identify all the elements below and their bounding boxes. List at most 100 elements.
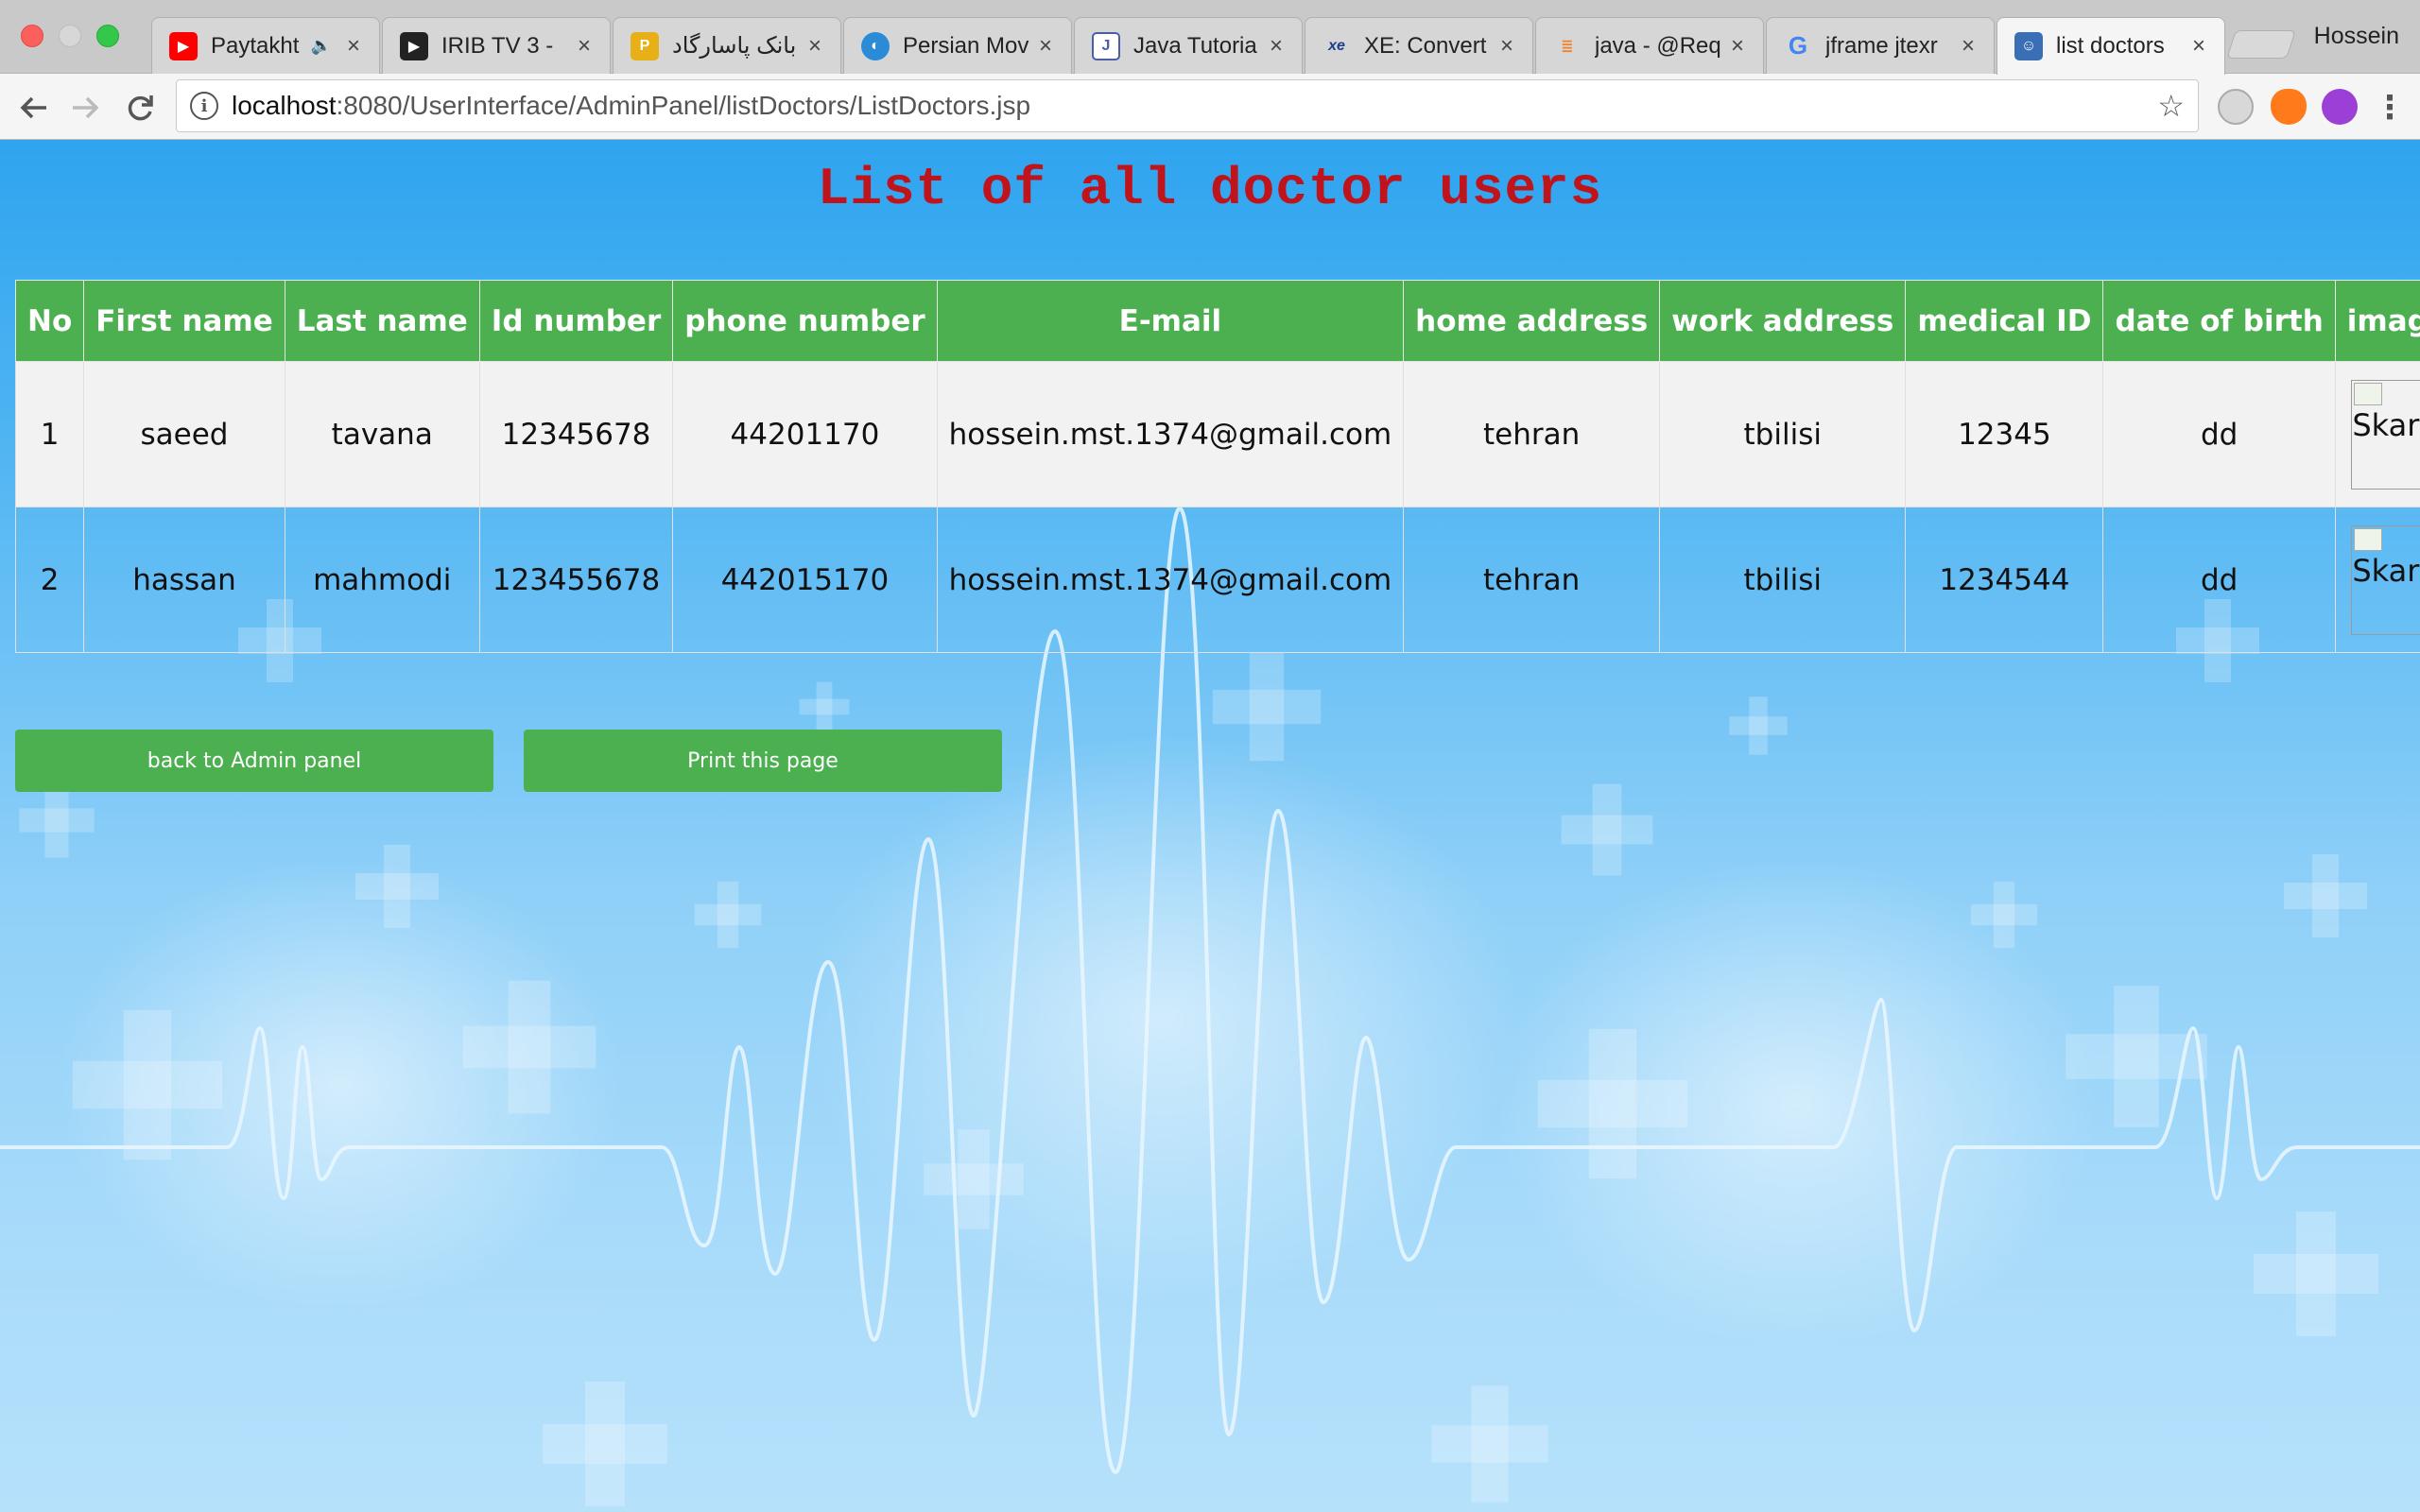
tab-title: IRIB TV 3 -	[441, 32, 554, 59]
tab-stackoverflow[interactable]: ≣ java - @Req ×	[1535, 17, 1764, 74]
browser-toolbar: i localhost:8080/UserInterface/AdminPane…	[0, 74, 2420, 140]
cell-phone-number: 442015170	[672, 507, 938, 653]
cell-home-address: tehran	[1403, 361, 1661, 507]
tab-title: java - @Req	[1595, 32, 1721, 59]
stackoverflow-icon: ≣	[1561, 38, 1574, 55]
tab-title: Persian Mov	[903, 32, 1029, 59]
java-tutorial-icon: J	[1092, 31, 1120, 60]
print-page-button[interactable]: Print this page	[524, 730, 1002, 792]
cell-first-name: saeed	[83, 361, 285, 507]
profile-name[interactable]: Hossein	[2314, 23, 2399, 50]
play-icon: ▶	[400, 31, 428, 60]
close-tab-icon[interactable]: ×	[1956, 33, 1980, 60]
column-header-home-address: home address	[1403, 280, 1661, 362]
close-window-button[interactable]	[21, 25, 43, 47]
cell-email: hossein.mst.1374@gmail.com	[936, 361, 1405, 507]
table-header-row: No First name Last name Id number phone …	[14, 280, 2420, 362]
doctor-image[interactable]: Skaret View	[2351, 379, 2420, 490]
url-text[interactable]: localhost:8080/UserInterface/AdminPanel/…	[232, 91, 1030, 121]
browser-chrome: ▶ Paytakht 🔈 × ▶ IRIB TV 3 - × P بانک پا…	[0, 0, 2420, 140]
page-title: List of all doctor users	[817, 159, 1603, 219]
table-row: 2 hassan mahmodi 123455678 442015170 hos…	[14, 507, 2420, 653]
close-tab-icon[interactable]: ×	[572, 33, 596, 60]
globe-extension-icon[interactable]	[2218, 89, 2254, 125]
doctor-image[interactable]: Skaret View	[2351, 524, 2420, 635]
cell-no: 1	[14, 361, 85, 507]
column-header-email: E-mail	[936, 280, 1405, 362]
page-content: List of all doctor users No First name L…	[0, 140, 2420, 1512]
speaker-icon[interactable]: 🔈	[311, 36, 332, 56]
column-header-date-of-birth: date of birth	[2102, 280, 2336, 362]
cell-work-address: tbilisi	[1659, 507, 1907, 653]
tab-java-tutorial[interactable]: J Java Tutoria ×	[1074, 17, 1303, 74]
back-arrow-icon[interactable]	[13, 87, 55, 129]
google-icon: G	[1788, 31, 1808, 60]
column-header-phone-number: phone number	[672, 280, 938, 362]
doctors-table: No First name Last name Id number phone …	[14, 280, 2420, 653]
tab-title: XE: Convert	[1364, 32, 1487, 59]
fire-extension-icon[interactable]	[2271, 89, 2307, 125]
close-tab-icon[interactable]: ×	[1264, 33, 1288, 60]
tab-title: Paytakht	[211, 32, 300, 59]
table-row: 1 saeed tavana 12345678 44201170 hossein…	[14, 361, 2420, 507]
broken-image-icon	[2354, 527, 2383, 551]
minimize-window-button[interactable]	[59, 25, 81, 47]
close-tab-icon[interactable]: ×	[1033, 33, 1058, 60]
column-header-image: image	[2334, 280, 2420, 362]
tab-xe-convert[interactable]: xe XE: Convert ×	[1305, 17, 1533, 74]
new-tab-button[interactable]	[2226, 30, 2296, 59]
cell-first-name: hassan	[83, 507, 285, 653]
close-tab-icon[interactable]: ×	[803, 33, 827, 60]
column-header-id-number: Id number	[478, 280, 674, 362]
cell-phone-number: 44201170	[672, 361, 938, 507]
tab-pasargad-bank[interactable]: P بانک پاسارگاد :: ×	[613, 17, 841, 74]
pasargad-bank-icon: P	[631, 31, 659, 60]
forward-arrow-icon[interactable]	[64, 87, 106, 129]
cell-date-of-birth: dd	[2102, 507, 2336, 653]
column-header-first-name: First name	[83, 280, 285, 362]
tab-irib-tv3[interactable]: ▶ IRIB TV 3 - ×	[382, 17, 611, 74]
cell-date-of-birth: dd	[2102, 361, 2336, 507]
cell-id-number: 12345678	[478, 361, 674, 507]
planet-icon: ◐	[861, 31, 890, 60]
tab-title: بانک پاسارگاد ::	[672, 33, 803, 59]
tab-title: Java Tutoria	[1133, 32, 1257, 59]
cell-image: Skaret View	[2334, 361, 2420, 507]
cell-work-address: tbilisi	[1659, 361, 1907, 507]
close-tab-icon[interactable]: ×	[1725, 33, 1750, 60]
close-tab-icon[interactable]: ×	[1495, 33, 1519, 60]
tab-google-search[interactable]: G jframe jtexr ×	[1766, 17, 1995, 74]
cell-image: Skaret View	[2334, 507, 2420, 653]
back-to-admin-panel-button[interactable]: back to Admin panel	[15, 730, 493, 792]
address-bar[interactable]: i localhost:8080/UserInterface/AdminPane…	[176, 79, 2199, 132]
cell-medical-id: 1234544	[1905, 507, 2104, 653]
info-icon[interactable]: i	[190, 92, 218, 120]
youtube-icon: ▶	[169, 31, 198, 60]
cell-email: hossein.mst.1374@gmail.com	[936, 507, 1405, 653]
tab-paytakht[interactable]: ▶ Paytakht 🔈 ×	[151, 17, 380, 74]
bookmark-star-icon[interactable]: ☆	[2157, 90, 2185, 122]
tab-list-doctors[interactable]: ☺ list doctors ×	[1996, 17, 2225, 75]
cell-last-name: tavana	[284, 361, 480, 507]
tab-persian-movie[interactable]: ◐ Persian Mov ×	[843, 17, 1072, 74]
tab-bar: ▶ Paytakht 🔈 × ▶ IRIB TV 3 - × P بانک پا…	[0, 0, 2420, 75]
cell-home-address: tehran	[1403, 507, 1661, 653]
column-header-last-name: Last name	[284, 280, 480, 362]
column-header-no: No	[14, 280, 85, 362]
cell-no: 2	[14, 507, 85, 653]
column-header-work-address: work address	[1659, 280, 1907, 362]
tab-title: list doctors	[2056, 33, 2165, 59]
image-alt-text: Skaret View	[2352, 552, 2420, 589]
menu-kebab-icon[interactable]: ⋮	[2369, 87, 2411, 129]
close-tab-icon[interactable]: ×	[2187, 33, 2211, 60]
tab-title: jframe jtexr	[1825, 32, 1938, 59]
close-tab-icon[interactable]: ×	[341, 33, 366, 60]
image-alt-text: Skaret View	[2352, 406, 2420, 443]
column-header-medical-id: medical ID	[1905, 280, 2104, 362]
cell-id-number: 123455678	[478, 507, 674, 653]
reload-icon[interactable]	[119, 87, 161, 129]
purple-extension-icon[interactable]	[2322, 89, 2358, 125]
maximize-window-button[interactable]	[96, 25, 119, 47]
xe-icon: xe	[1328, 37, 1345, 54]
broken-image-icon	[2354, 382, 2383, 405]
